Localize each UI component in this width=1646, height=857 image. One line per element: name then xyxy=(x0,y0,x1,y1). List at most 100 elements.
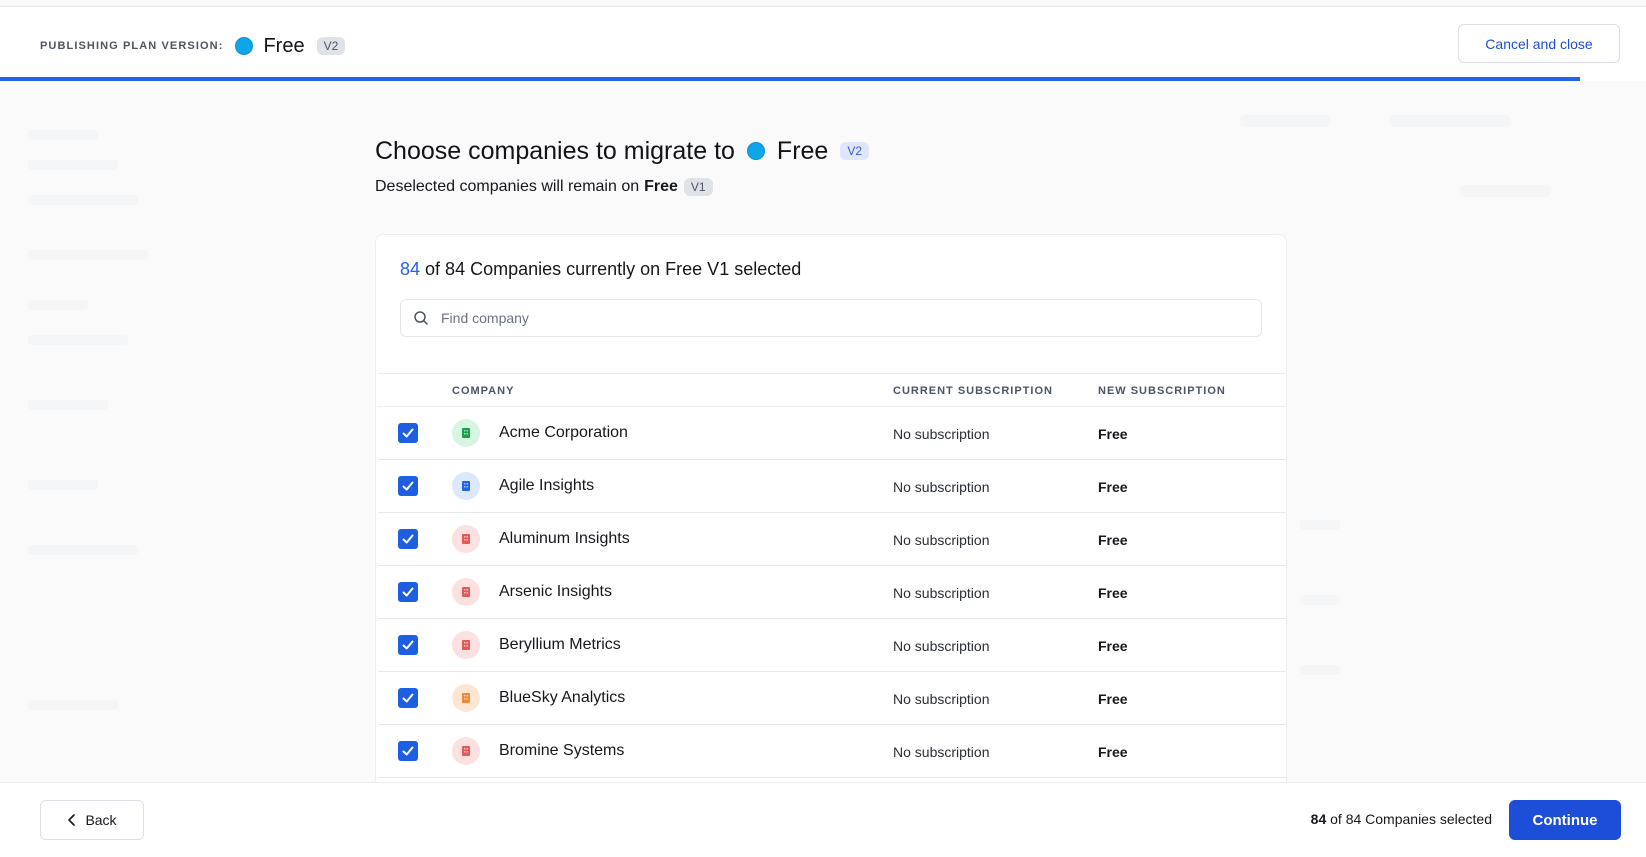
company-avatar xyxy=(452,737,480,765)
table-header: COMPANY CURRENT SUBSCRIPTION NEW SUBSCRI… xyxy=(378,373,1286,407)
plan-name: Free xyxy=(263,34,305,57)
current-subscription: No subscription xyxy=(893,638,990,654)
row-checkbox[interactable] xyxy=(398,423,418,443)
table-row[interactable]: Beryllium Metrics No subscription Free xyxy=(378,619,1286,672)
column-header-new-subscription: NEW SUBSCRIPTION xyxy=(1098,385,1226,397)
background-ghost xyxy=(1240,115,1330,127)
company-name: BlueSky Analytics xyxy=(499,689,626,706)
search-icon xyxy=(414,311,428,325)
current-subscription: No subscription xyxy=(893,479,990,495)
footer-selection-count: 84 of 84 Companies selected xyxy=(1311,811,1492,827)
current-subscription: No subscription xyxy=(893,744,990,760)
table-row[interactable]: Aluminum Insights No subscription Free xyxy=(378,513,1286,566)
background-ghost xyxy=(1300,665,1340,675)
background-ghost xyxy=(28,130,98,140)
table-row[interactable]: Arsenic Insights No subscription Free xyxy=(378,566,1286,619)
company-avatar xyxy=(452,578,480,606)
company-name: Bromine Systems xyxy=(499,742,625,759)
column-header-company: COMPANY xyxy=(452,385,515,397)
plan-version-info: PUBLISHING PLAN VERSION: Free V2 xyxy=(40,31,346,61)
company-selection-card: 84 of 84 Companies currently on Free V1 … xyxy=(375,234,1287,794)
row-checkbox[interactable] xyxy=(398,476,418,496)
company-avatar xyxy=(452,525,480,553)
footer-selected-number: 84 xyxy=(1310,811,1327,827)
company-name: Agile Insights xyxy=(499,477,595,494)
find-company-input[interactable] xyxy=(441,310,1241,326)
background-ghost xyxy=(1300,520,1340,530)
row-checkbox[interactable] xyxy=(398,529,418,549)
wizard-progress-bar xyxy=(0,77,1646,81)
company-name: Beryllium Metrics xyxy=(499,636,621,653)
wizard-footer: Back 84 of 84 Companies selected Continu… xyxy=(0,782,1646,857)
checkmark-icon xyxy=(402,534,414,544)
subtitle-version-badge: V1 xyxy=(683,178,713,196)
search-box[interactable] xyxy=(400,299,1262,337)
current-subscription: No subscription xyxy=(893,585,990,601)
building-icon xyxy=(462,428,470,438)
new-subscription: Free xyxy=(1098,532,1128,548)
table-row[interactable]: Acme Corporation No subscription Free xyxy=(378,407,1286,460)
background-ghost xyxy=(1390,115,1510,127)
row-checkbox[interactable] xyxy=(398,741,418,761)
table-body: Acme Corporation No subscription Free Agile… xyxy=(378,407,1286,778)
row-checkbox[interactable] xyxy=(398,582,418,602)
company-name: Aluminum Insights xyxy=(499,530,630,547)
checkmark-icon xyxy=(402,587,414,597)
subtitle-text: Deselected companies will remain on xyxy=(375,178,640,195)
current-subscription: No subscription xyxy=(893,532,990,548)
new-subscription: Free xyxy=(1098,426,1128,442)
company-avatar xyxy=(452,472,480,500)
background-ghost xyxy=(28,195,138,205)
column-header-current-subscription: CURRENT SUBSCRIPTION xyxy=(893,385,1053,397)
back-button[interactable]: Back xyxy=(40,800,144,840)
background-ghost xyxy=(28,160,118,170)
building-icon xyxy=(462,746,470,756)
building-icon xyxy=(462,481,470,491)
checkmark-icon xyxy=(402,481,414,491)
plan-version-badge: V2 xyxy=(316,37,346,55)
background-ghost xyxy=(28,480,98,490)
building-icon xyxy=(462,587,470,597)
chevron-left-icon xyxy=(68,814,76,826)
page-subtitle: Deselected companies will remain on Free… xyxy=(375,178,713,196)
new-subscription: Free xyxy=(1098,744,1128,760)
selection-count: 84 of 84 Companies currently on Free V1 … xyxy=(400,259,801,280)
page-title-plan: Free xyxy=(776,136,829,165)
checkmark-icon xyxy=(402,428,414,438)
checkmark-icon xyxy=(402,746,414,756)
building-icon xyxy=(462,640,470,650)
wizard-progress-fill xyxy=(0,77,1581,81)
page-title-text: Choose companies to migrate to xyxy=(375,136,735,165)
row-checkbox[interactable] xyxy=(398,688,418,708)
selected-count-text: of 84 Companies currently on Free V1 sel… xyxy=(425,259,802,279)
company-name: Acme Corporation xyxy=(499,424,628,441)
new-subscription: Free xyxy=(1098,691,1128,707)
current-subscription: No subscription xyxy=(893,426,990,442)
plan-color-icon xyxy=(746,142,765,160)
back-button-label: Back xyxy=(85,812,117,828)
table-row[interactable]: BlueSky Analytics No subscription Free xyxy=(378,672,1286,725)
cancel-and-close-button[interactable]: Cancel and close xyxy=(1458,24,1620,63)
plan-color-icon xyxy=(235,37,254,55)
selected-count-number: 84 xyxy=(400,259,421,279)
current-subscription: No subscription xyxy=(893,691,990,707)
plan-version-label: PUBLISHING PLAN VERSION: xyxy=(40,40,224,52)
footer-selected-text: of 84 Companies selected xyxy=(1330,811,1492,827)
subtitle-plan: Free xyxy=(644,178,678,195)
background-ghost xyxy=(28,335,128,345)
company-name: Arsenic Insights xyxy=(499,583,612,600)
new-subscription: Free xyxy=(1098,638,1128,654)
new-subscription: Free xyxy=(1098,479,1128,495)
company-avatar xyxy=(452,684,480,712)
table-row[interactable]: Bromine Systems No subscription Free xyxy=(378,725,1286,778)
background-ghost xyxy=(1460,185,1550,197)
table-row[interactable]: Agile Insights No subscription Free xyxy=(378,460,1286,513)
continue-button[interactable]: Continue xyxy=(1509,800,1621,840)
new-subscription: Free xyxy=(1098,585,1128,601)
building-icon xyxy=(462,534,470,544)
background-ghost xyxy=(1300,595,1340,605)
background-ghost xyxy=(28,250,148,260)
row-checkbox[interactable] xyxy=(398,635,418,655)
companies-table: COMPANY CURRENT SUBSCRIPTION NEW SUBSCRI… xyxy=(378,373,1286,778)
top-bar: PUBLISHING PLAN VERSION: Free V2 Cancel … xyxy=(0,6,1646,80)
